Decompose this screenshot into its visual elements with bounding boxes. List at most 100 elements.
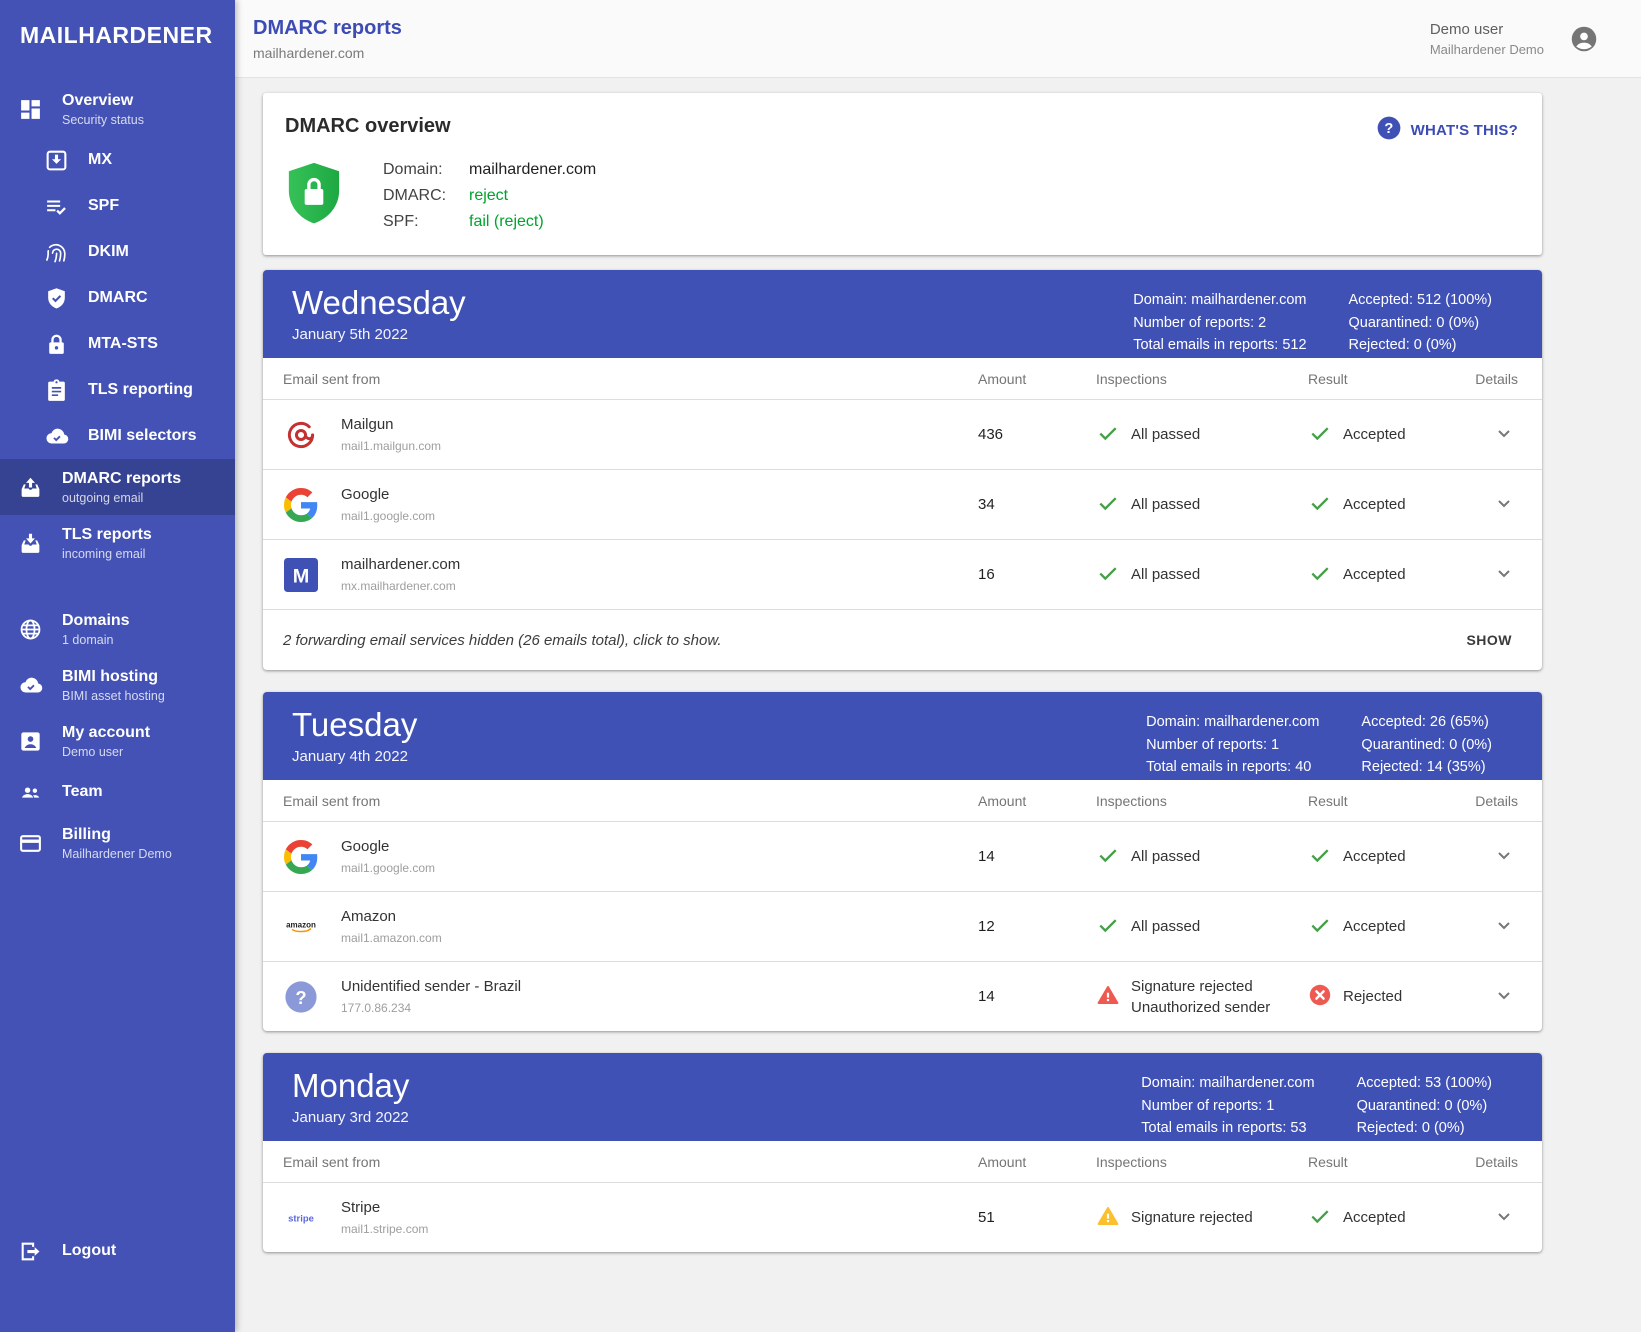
logout-icon [17,1238,43,1264]
col-header-amount: Amount [978,793,1096,809]
sidebar-item-dmarc-reports[interactable]: DMARC reports outgoing email [0,459,235,515]
content: DMARC overview ? WHAT'S THIS? [235,78,1641,1332]
sidebar-item-tls-reports[interactable]: TLS reports incoming email [0,515,235,571]
chevron-down-icon [1492,1204,1516,1231]
chevron-down-icon [1492,491,1516,518]
day-stat: Quarantined: 0 (0%) [1357,1095,1492,1118]
sidebar-item-sublabel: Mailhardener Demo [62,847,172,861]
table-header-row: Email sent from Amount Inspections Resul… [263,780,1542,821]
col-header-sender: Email sent from [283,793,978,809]
whats-this-link[interactable]: ? WHAT'S THIS? [1376,115,1518,145]
globe-icon [17,616,43,642]
details-expand-button[interactable] [1490,1204,1518,1232]
sidebar-item-logout[interactable]: Logout [0,1228,235,1274]
sidebar-item-billing[interactable]: Billing Mailhardener Demo [0,815,235,871]
sidebar-item-domains[interactable]: Domains 1 domain [0,601,235,657]
result-cell: Accepted [1308,843,1458,871]
day-stat: Domain: mailhardener.com [1146,711,1319,734]
day-stat: Accepted: 26 (65%) [1361,711,1492,734]
overview-row: SPF: fail (reject) [383,209,596,235]
inspections-cell: All passed [1096,561,1308,589]
sidebar-item-sublabel: incoming email [62,547,152,561]
sender-domain: mail1.stripe.com [341,1222,428,1236]
sidebar-item-mx[interactable]: MX [0,137,235,183]
inspection-text: All passed [1131,916,1200,937]
sidebar-item-my-account[interactable]: My account Demo user [0,713,235,769]
sidebar-item-mta-sts[interactable]: MTA-STS [0,321,235,367]
chevron-down-icon [1492,983,1516,1010]
day-stats: Domain: mailhardener.comNumber of report… [1146,705,1492,767]
unknown-sender-icon: ? [283,979,319,1015]
day-stats-right: Accepted: 26 (65%)Quarantined: 0 (0%)Rej… [1361,711,1492,767]
day-stat: Total emails in reports: 512 [1133,334,1306,357]
sender-name: Google [341,838,435,855]
details-expand-button[interactable] [1490,913,1518,941]
check-icon [1096,913,1120,941]
table-header-row: Email sent from Amount Inspections Resul… [263,1141,1542,1182]
day-card-monday: Monday January 3rd 2022 Domain: mailhard… [263,1053,1542,1252]
overview-row-value: fail (reject) [469,209,544,235]
sidebar-item-bimi-hosting[interactable]: BIMI hosting BIMI asset hosting [0,657,235,713]
sidebar-item-overview[interactable]: Overview Security status [0,81,235,137]
avatar-icon[interactable] [1570,25,1598,53]
sidebar-item-dmarc[interactable]: DMARC [0,275,235,321]
show-button[interactable]: SHOW [1454,622,1524,658]
main-area: DMARC reports mailhardener.com Demo user… [235,0,1641,1332]
details-expand-button[interactable] [1490,421,1518,449]
inspection-text: All passed [1131,846,1200,867]
report-row: amazon Amazon mail1.amazon.com 12 All pa… [263,891,1542,961]
inspections-cell: All passed [1096,421,1308,449]
list-check-icon [43,193,69,219]
check-icon [1096,491,1120,519]
credit-card-icon [17,830,43,856]
cloud-check-icon [43,423,69,449]
google-icon [283,487,319,523]
amount-value: 51 [978,1209,1096,1226]
details-expand-button[interactable] [1490,843,1518,871]
day-stat: Quarantined: 0 (0%) [1361,734,1492,757]
svg-text:amazon: amazon [286,920,316,929]
overview-row: DMARC: reject [383,183,596,209]
details-expand-button[interactable] [1490,983,1518,1011]
sender-name: Google [341,486,435,503]
col-header-details: Details [1458,1154,1518,1170]
inspections-cell: Signature rejectedUnauthorized sender [1096,976,1308,1018]
day-stat: Quarantined: 0 (0%) [1349,312,1492,335]
check-icon [1308,491,1332,519]
help-icon: ? [1376,115,1402,145]
sidebar-item-spf[interactable]: SPF [0,183,235,229]
inspection-text: Signature rejected [1131,1207,1253,1228]
mailgun-icon [283,417,319,453]
sidebar-item-team[interactable]: Team [0,769,235,815]
sender-name: mailhardener.com [341,556,460,573]
details-expand-button[interactable] [1490,561,1518,589]
result-cell: Rejected [1308,983,1458,1011]
sender-name: Unidentified sender - Brazil [341,978,521,995]
google-icon [283,839,319,875]
sidebar-item-label: Logout [62,1241,116,1261]
sidebar: MAILHARDENER Overview Security status MX… [0,0,235,1332]
overview-row-label: SPF: [383,209,469,235]
day-stat: Rejected: 0 (0%) [1349,334,1492,357]
check-icon [1308,913,1332,941]
sidebar-item-bimi-selectors[interactable]: BIMI selectors [0,413,235,459]
day-name: Wednesday [292,283,466,323]
day-stats-right: Accepted: 512 (100%)Quarantined: 0 (0%)R… [1349,289,1492,345]
amount-value: 16 [978,566,1096,583]
day-stats-left: Domain: mailhardener.comNumber of report… [1146,711,1319,767]
whats-this-label: WHAT'S THIS? [1411,122,1518,139]
sidebar-item-tls-reporting[interactable]: TLS reporting [0,367,235,413]
result-text: Rejected [1343,988,1402,1005]
day-header: Tuesday January 4th 2022 Domain: mailhar… [263,692,1542,780]
sidebar-item-label: DMARC [88,288,148,308]
inbox-arrow-icon [43,147,69,173]
details-expand-button[interactable] [1490,491,1518,519]
col-header-inspections: Inspections [1096,1154,1308,1170]
sidebar-item-dkim[interactable]: DKIM [0,229,235,275]
sidebar-item-label: BIMI selectors [88,426,196,446]
warning-red-icon [1096,983,1120,1011]
result-text: Accepted [1343,848,1406,865]
error-circle-icon [1308,983,1332,1011]
overview-row-value: reject [469,183,508,209]
day-stat: Accepted: 53 (100%) [1357,1072,1492,1095]
